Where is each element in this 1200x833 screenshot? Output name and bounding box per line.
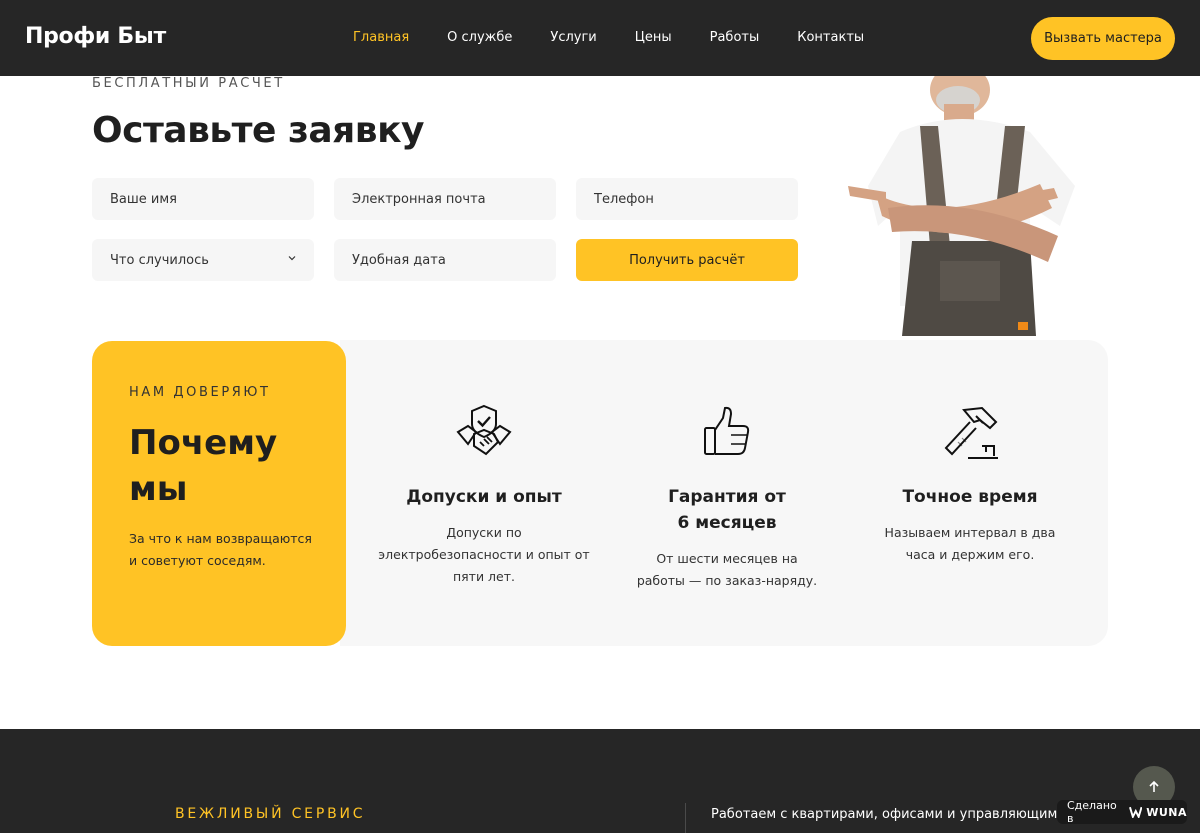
chevron-down-icon — [288, 256, 296, 261]
made-in-badge[interactable]: Сделано в WUNA — [1057, 799, 1187, 825]
arrow-up-icon — [1149, 780, 1159, 792]
email-field[interactable]: Электронная почта — [334, 178, 556, 220]
form-eyebrow: БЕСПЛАТНЫЙ РАСЧЁТ — [92, 76, 285, 91]
feature-guarantee-title: Гарантия от 6 месяцев — [668, 487, 786, 533]
why-title-line2: мы — [129, 469, 188, 509]
feature-licenses-title: Допуски и опыт — [406, 487, 562, 507]
phone-field[interactable]: Телефон — [576, 178, 798, 220]
feature-licenses: Допуски и опыт Допуски по электробезопас… — [374, 402, 594, 588]
name-field[interactable]: Ваше имя — [92, 178, 314, 220]
nav-contacts[interactable]: Контакты — [797, 30, 864, 45]
feature-time: Точное время Называем интервал в два час… — [860, 402, 1080, 566]
email-placeholder: Электронная почта — [352, 191, 486, 207]
feature-licenses-text: Допуски по электробезопасности и опыт от… — [378, 525, 590, 584]
footer-divider — [685, 803, 686, 833]
why-title-line1: Почему — [129, 423, 278, 463]
wuna-logo-icon — [1128, 806, 1143, 818]
made-in-prefix: Сделано в — [1067, 799, 1117, 825]
why-eyebrow: НАМ ДОВЕРЯЮТ — [129, 385, 271, 400]
worker-image — [848, 76, 1075, 336]
name-placeholder: Ваше имя — [110, 191, 177, 207]
why-title: Почему мы — [129, 420, 329, 512]
nav-home[interactable]: Главная — [353, 30, 409, 45]
footer-text: Работаем с квартирами, офисами и управля… — [711, 807, 1066, 822]
get-estimate-button[interactable]: Получить расчёт — [576, 239, 798, 281]
logo[interactable]: Профи Быт — [25, 24, 166, 49]
call-master-button[interactable]: Вызвать мастера — [1031, 17, 1175, 60]
feature-guarantee: Гарантия от 6 месяцев От шести месяцев н… — [617, 402, 837, 592]
date-placeholder: Удобная дата — [352, 252, 446, 268]
site-footer: ВЕЖЛИВЫЙ СЕРВИС Работаем с квартирами, о… — [0, 729, 1200, 833]
nav-about[interactable]: О службе — [447, 30, 512, 45]
feature-guarantee-text: От шести месяцев на работы — по заказ-на… — [636, 551, 818, 588]
feature-time-title: Точное время — [902, 487, 1038, 507]
site-header: Профи Быт Главная О службе Услуги Цены Р… — [0, 0, 1200, 76]
date-field[interactable]: Удобная дата — [334, 239, 556, 281]
form-title: Оставьте заявку — [92, 110, 424, 151]
nav-works[interactable]: Работы — [710, 30, 760, 45]
footer-eyebrow: ВЕЖЛИВЫЙ СЕРВИС — [175, 806, 366, 822]
main-nav: Главная О службе Услуги Цены Работы Конт… — [353, 30, 902, 45]
hammer-icon — [944, 406, 998, 459]
issue-placeholder: Что случилось — [110, 252, 209, 268]
issue-select[interactable]: Что случилось — [92, 239, 314, 281]
why-text: За что к нам возвращаются и советуют сос… — [129, 531, 312, 568]
made-in-brand: WUNA — [1146, 805, 1187, 819]
nav-prices[interactable]: Цены — [635, 30, 672, 45]
thumbs-up-icon — [704, 406, 750, 455]
handshake-shield-icon — [456, 404, 512, 456]
nav-services[interactable]: Услуги — [550, 30, 596, 45]
phone-placeholder: Телефон — [594, 191, 654, 207]
feature-time-text: Называем интервал в два часа и держим ег… — [884, 525, 1056, 562]
